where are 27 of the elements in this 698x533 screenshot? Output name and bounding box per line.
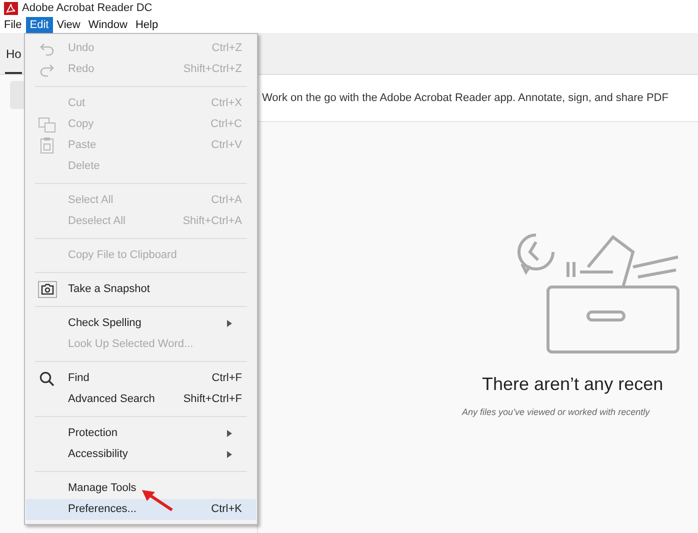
menu-item[interactable]: Check Spelling [26, 313, 256, 334]
menu-item[interactable]: Find Ctrl+F [26, 368, 256, 389]
window-title: Adobe Acrobat Reader DC [22, 1, 152, 16]
redo-icon [39, 62, 55, 76]
menu-item[interactable]: Manage Tools [26, 478, 256, 499]
search-icon [39, 370, 55, 386]
empty-state-subtitle: Any files you’ve viewed or worked with recently [462, 406, 650, 419]
undo-icon [39, 42, 55, 56]
clipboard-icon [40, 137, 54, 154]
menu-bar-item[interactable]: Window [84, 17, 132, 33]
menu-bar-item[interactable]: Edit [26, 17, 53, 33]
menu-item[interactable]: Advanced Search Shift+Ctrl+F [26, 389, 256, 410]
menu-bar-item[interactable]: File [0, 17, 26, 33]
menu-item[interactable]: Accessibility [26, 444, 256, 465]
submenu-arrow-icon [227, 430, 232, 437]
submenu-arrow-icon [227, 320, 232, 327]
camera-icon [38, 281, 56, 298]
menu-item[interactable]: Preferences... Ctrl+K [26, 499, 256, 520]
menu-item[interactable]: Protection [26, 423, 256, 444]
empty-state-title: There aren’t any recen [482, 373, 664, 396]
pointer-arrow-icon [140, 488, 174, 512]
menu-bar-item[interactable]: Help [131, 17, 162, 33]
copy-icon [38, 116, 56, 132]
menu-item[interactable]: Take a Snapshot [26, 279, 256, 300]
submenu-arrow-icon [227, 451, 232, 458]
banner-text: Work on the go with the Adobe Acrobat Reader app. Annotate, sign, and share PDF [262, 90, 668, 106]
menu-bar-item[interactable]: View [52, 17, 84, 33]
